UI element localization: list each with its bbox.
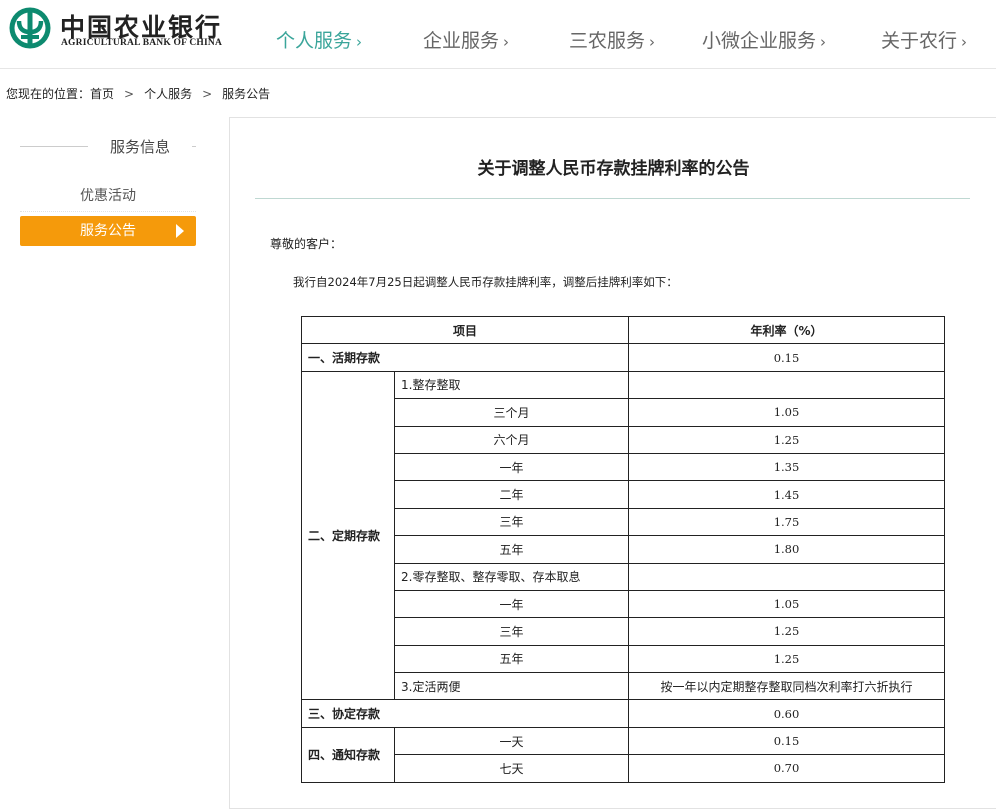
term-cell: 二年 <box>393 480 630 509</box>
term-cell: 七天 <box>393 754 630 783</box>
category-fixed: 二、定期存款 <box>301 370 395 701</box>
table-row: 一年 1.05 <box>302 589 946 619</box>
rate-table: 项目 年利率（%） 一、活期存款 0.15 二、定期存款 1.整存整取 三个月 1… <box>300 315 946 783</box>
breadcrumb-current[interactable]: 服务公告 <box>222 87 270 101</box>
nav-item-rural[interactable]: 三农服务 › <box>569 26 655 53</box>
table-row: 七天 0.70 <box>302 754 946 783</box>
rate-cell: 0.70 <box>628 754 946 783</box>
table-row: 一、活期存款 0.15 <box>300 343 946 372</box>
header-item: 项目 <box>300 315 630 345</box>
rate-cell: 0.15 <box>628 726 946 756</box>
sidebar-title: 服务信息 <box>110 138 171 156</box>
table-row: 五年 1.80 <box>302 535 946 564</box>
group-label: 3.定活两便 <box>393 672 630 701</box>
term-cell: 六个月 <box>393 425 630 454</box>
term-cell: 一天 <box>393 726 630 756</box>
chevron-right-icon: › <box>356 33 363 51</box>
table-row: 二年 1.45 <box>302 480 946 509</box>
breadcrumb: 您现在的位置：首页 > 个人服务 > 服务公告 <box>6 85 270 102</box>
breadcrumb-separator: > <box>202 87 213 101</box>
rate-cell: 1.35 <box>628 452 946 482</box>
table-row: 三个月 1.05 <box>302 398 946 427</box>
table-row: 3.定活两便 按一年以内定期整存整取同档次利率打六折执行 <box>302 672 946 701</box>
table-row: 一年 1.35 <box>302 452 946 482</box>
term-cell: 一年 <box>393 589 630 619</box>
title-divider <box>255 198 970 199</box>
nav-item-corporate[interactable]: 企业服务 › <box>423 26 509 53</box>
rate-cell <box>628 370 946 400</box>
category-notice: 四、通知存款 <box>301 726 395 783</box>
rate-cell: 0.15 <box>628 343 946 372</box>
rate-cell: 0.60 <box>628 699 946 728</box>
rate-cell: 1.45 <box>628 480 946 509</box>
table-row: 2.零存整取、整存零取、存本取息 <box>302 562 946 591</box>
brand-name-en: AGRICULTURAL BANK OF CHINA <box>61 38 223 48</box>
term-cell: 五年 <box>393 644 630 674</box>
rate-cell: 1.05 <box>628 398 946 427</box>
sidebar-item-promotions[interactable]: 优惠活动 <box>20 181 196 212</box>
nav-item-personal[interactable]: 个人服务 › <box>276 26 362 53</box>
rate-cell: 1.75 <box>628 507 946 537</box>
table-row: 三年 1.75 <box>302 507 946 537</box>
chevron-right-icon: › <box>961 33 968 51</box>
rate-cell: 1.25 <box>628 617 946 646</box>
chevron-right-icon: › <box>503 33 510 51</box>
breadcrumb-personal[interactable]: 个人服务 <box>144 87 192 101</box>
rate-cell: 1.05 <box>628 589 946 619</box>
divider <box>20 146 88 147</box>
site-header: 中国农业银行 AGRICULTURAL BANK OF CHINA 个人服务 › … <box>0 0 996 69</box>
rate-cell: 1.80 <box>628 535 946 564</box>
sidebar-title-block: 服务信息 <box>20 134 196 160</box>
abc-logo-icon <box>9 7 51 49</box>
nav-item-small-business[interactable]: 小微企业服务 › <box>702 26 826 53</box>
article-intro: 我行自2024年7月25日起调整人民币存款挂牌利率，调整后挂牌利率如下： <box>293 275 678 289</box>
header-rate: 年利率（%） <box>628 315 946 345</box>
breadcrumb-home[interactable]: 首页 <box>90 87 114 101</box>
term-cell: 五年 <box>393 535 630 564</box>
table-row: 三年 1.25 <box>302 617 946 646</box>
breadcrumb-prefix: 您现在的位置： <box>6 87 91 101</box>
table-header-row: 项目 年利率（%） <box>300 315 946 345</box>
term-cell: 三年 <box>393 617 630 646</box>
term-cell: 三个月 <box>393 398 630 427</box>
table-row: 三、协定存款 0.60 <box>300 699 946 728</box>
rate-cell: 1.25 <box>628 425 946 454</box>
group-label: 2.零存整取、整存零取、存本取息 <box>393 562 630 591</box>
chevron-right-icon: › <box>649 33 656 51</box>
table-row: 五年 1.25 <box>302 644 946 674</box>
rate-cell <box>628 562 946 591</box>
table-row: 六个月 1.25 <box>302 425 946 454</box>
category-demand: 一、活期存款 <box>300 343 630 372</box>
breadcrumb-separator: > <box>124 87 135 101</box>
article-title: 关于调整人民币存款挂牌利率的公告 <box>477 159 750 179</box>
chevron-right-icon: › <box>820 33 827 51</box>
group-label: 1.整存整取 <box>393 370 630 400</box>
nav-item-about[interactable]: 关于农行 › <box>881 26 967 53</box>
rate-cell: 1.25 <box>628 644 946 674</box>
content-panel: 关于调整人民币存款挂牌利率的公告 尊敬的客户： 我行自2024年7月25日起调整… <box>229 117 996 809</box>
table-row: 四、通知存款 一天 0.15 <box>301 726 946 783</box>
article-greeting: 尊敬的客户： <box>270 237 343 251</box>
triangle-right-icon <box>176 224 184 238</box>
divider <box>192 146 196 147</box>
term-cell: 三年 <box>393 507 630 537</box>
bank-logo[interactable]: 中国农业银行 AGRICULTURAL BANK OF CHINA <box>8 6 228 54</box>
sidebar-item-announcements[interactable]: 服务公告 <box>20 216 196 246</box>
rate-note-cell: 按一年以内定期整存整取同档次利率打六折执行 <box>628 672 946 701</box>
term-cell: 一年 <box>393 452 630 482</box>
table-row: 二、定期存款 1.整存整取 <box>301 370 946 701</box>
category-agreement: 三、协定存款 <box>300 699 630 728</box>
